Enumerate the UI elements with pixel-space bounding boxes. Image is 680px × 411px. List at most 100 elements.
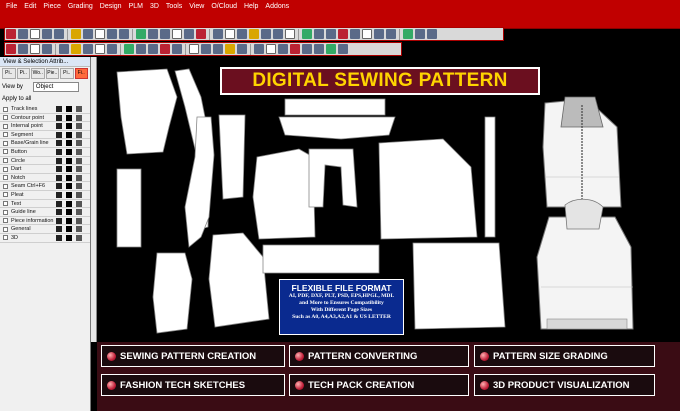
eye-icon[interactable] <box>56 114 62 121</box>
measure-icon[interactable] <box>184 29 194 39</box>
split-icon[interactable] <box>326 29 336 39</box>
layer-icon[interactable] <box>403 29 413 39</box>
attribute-checkbox[interactable] <box>3 201 8 207</box>
attribute-row[interactable]: Seam Ctrl+F6 <box>0 182 90 191</box>
attribute-checkbox[interactable] <box>3 132 8 138</box>
attribute-row[interactable]: Circle <box>0 157 90 166</box>
color-swatch-icon[interactable] <box>66 148 72 155</box>
lock-icon[interactable] <box>76 226 82 233</box>
color-swatch-icon[interactable] <box>66 191 72 198</box>
open-file-icon[interactable] <box>30 29 40 39</box>
nest-icon[interactable] <box>374 29 384 39</box>
attribute-checkbox[interactable] <box>3 123 8 129</box>
menu-edit[interactable]: Edit <box>24 3 36 10</box>
lock-icon[interactable] <box>76 123 82 130</box>
lock-icon[interactable] <box>76 209 82 216</box>
menu-view[interactable]: View <box>189 3 204 10</box>
menu-design[interactable]: Design <box>100 3 122 10</box>
size-icon[interactable] <box>254 44 264 54</box>
attribute-checkbox[interactable] <box>3 149 8 155</box>
import-icon[interactable] <box>302 44 312 54</box>
eye-icon[interactable] <box>56 140 62 147</box>
lock-icon[interactable] <box>76 114 82 121</box>
attribute-row[interactable]: Dart <box>0 165 90 174</box>
color-swatch-icon[interactable] <box>66 174 72 181</box>
lock-icon[interactable] <box>76 140 82 147</box>
circle-tool-icon[interactable] <box>71 44 81 54</box>
text-tool-icon[interactable] <box>285 29 295 39</box>
pattern-piece-collar-curve[interactable] <box>278 116 396 140</box>
lock-icon[interactable] <box>76 106 82 112</box>
menu-help[interactable]: Help <box>244 3 258 10</box>
attribute-checkbox[interactable] <box>3 140 8 146</box>
new-file-icon[interactable] <box>18 29 28 39</box>
align-icon[interactable] <box>124 44 134 54</box>
offset-icon[interactable] <box>95 44 105 54</box>
color-swatch-icon[interactable] <box>66 226 72 233</box>
lock-icon[interactable] <box>76 157 82 164</box>
delete-icon[interactable] <box>160 44 170 54</box>
pattern-piece-collar-top[interactable] <box>284 98 386 116</box>
panel-tab-4[interactable]: Pie.. <box>45 68 59 79</box>
export-icon[interactable] <box>290 44 300 54</box>
attribute-checkbox[interactable] <box>3 158 8 164</box>
pattern-piece-waistband[interactable] <box>262 244 380 274</box>
attribute-row[interactable]: General <box>0 225 90 234</box>
point-icon[interactable] <box>30 44 40 54</box>
undo-icon[interactable] <box>107 29 117 39</box>
piece-icon[interactable] <box>196 29 206 39</box>
grade-icon[interactable] <box>362 29 372 39</box>
copy-icon[interactable] <box>83 29 93 39</box>
notch-tool-icon[interactable] <box>249 29 259 39</box>
pattern-piece-hood[interactable] <box>116 68 178 155</box>
color-swatch-icon[interactable] <box>66 200 72 207</box>
lock-icon[interactable] <box>76 174 82 181</box>
attribute-row[interactable]: Button <box>0 148 90 157</box>
color-swatch-icon[interactable] <box>66 140 72 147</box>
color-swatch-icon[interactable] <box>66 209 72 216</box>
parallel-icon[interactable] <box>83 44 93 54</box>
merge-icon[interactable] <box>338 29 348 39</box>
label-icon[interactable] <box>189 44 199 54</box>
layer-2-icon[interactable] <box>415 29 425 39</box>
pattern-piece-back[interactable] <box>378 138 478 240</box>
settings-icon[interactable] <box>338 44 348 54</box>
pattern-piece-front-left[interactable] <box>252 148 316 240</box>
menu-tools[interactable]: Tools <box>166 3 182 10</box>
distribute-icon[interactable] <box>136 44 146 54</box>
line-tool-icon[interactable] <box>213 29 223 39</box>
color-swatch-icon[interactable] <box>66 131 72 138</box>
rect-tool-icon[interactable] <box>237 29 247 39</box>
color-swatch-icon[interactable] <box>66 183 72 190</box>
attribute-checkbox[interactable] <box>3 192 8 198</box>
pattern-piece-pocket[interactable] <box>152 252 193 334</box>
menu-file[interactable]: File <box>6 3 17 10</box>
attribute-checkbox[interactable] <box>3 226 8 232</box>
eye-icon[interactable] <box>56 106 62 112</box>
true-icon[interactable] <box>237 44 247 54</box>
eye-icon[interactable] <box>56 148 62 155</box>
panel-tab-3[interactable]: Wo.. <box>31 68 45 79</box>
dart-tool-icon[interactable] <box>261 29 271 39</box>
segment-icon[interactable] <box>42 44 52 54</box>
lock-icon[interactable] <box>76 200 82 207</box>
lock-icon[interactable] <box>76 217 82 224</box>
menu-plm[interactable]: PLM <box>129 3 143 10</box>
zoom-out-icon[interactable] <box>160 29 170 39</box>
attribute-checkbox[interactable] <box>3 175 8 181</box>
eye-icon[interactable] <box>56 123 62 130</box>
mirror-icon[interactable] <box>302 29 312 39</box>
walk-icon[interactable] <box>225 44 235 54</box>
paste-icon[interactable] <box>95 29 105 39</box>
attribute-row[interactable]: Segment <box>0 131 90 140</box>
attribute-row[interactable]: Track lines <box>0 105 90 114</box>
apply-to-all[interactable]: Apply to all <box>0 93 90 105</box>
save-icon[interactable] <box>42 29 52 39</box>
curve-tool-icon[interactable] <box>225 29 235 39</box>
menu-ocloud[interactable]: O/Cloud <box>211 3 237 10</box>
attribute-row[interactable]: Base/Grain line <box>0 139 90 148</box>
lock-icon[interactable] <box>76 183 82 190</box>
panel-tab-2[interactable]: Pi.. <box>16 68 30 79</box>
pattern-piece-front-small[interactable] <box>208 232 270 328</box>
eye-icon[interactable] <box>56 183 62 190</box>
